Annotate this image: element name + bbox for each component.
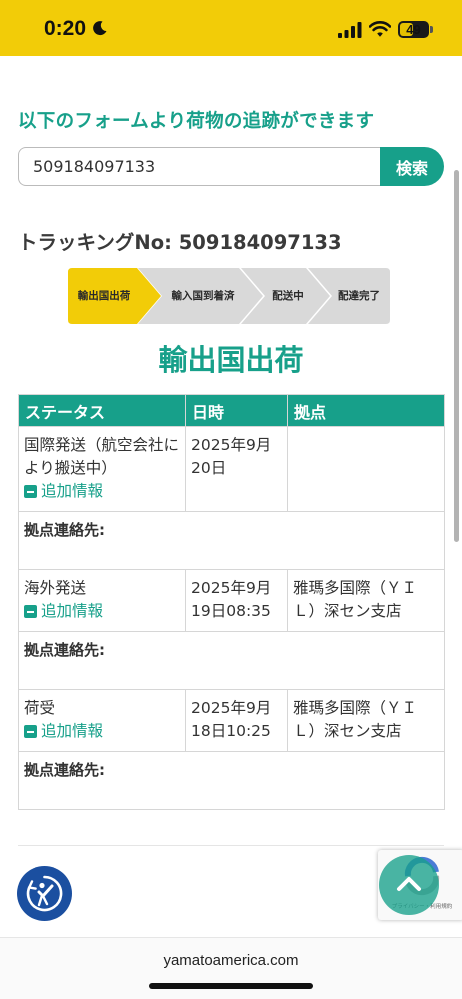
chevron-up-icon [397,877,421,891]
table-row: 海外発送 追加情報 2025年9月19日08:35 雅瑪多国際（ＹＩＬ）深セン支… [18,569,445,632]
minus-square-icon [24,605,37,618]
row-status-cell: 荷受 追加情報 [18,689,186,752]
step-label-delivering: 配送中 [272,290,304,302]
accessibility-button[interactable] [17,866,72,921]
more-info-label: 追加情報 [41,602,104,620]
home-indicator[interactable] [149,983,313,989]
tracking-label: トラッキングNo: [18,231,172,254]
header-datetime: 日時 [185,394,288,427]
tracking-search-input[interactable] [18,147,382,186]
current-status-title: 輸出国出荷 [158,343,304,377]
tracking-number: 509184097133 [178,231,342,254]
row-location [287,426,445,512]
table-row: 国際発送（航空会社により搬送中） 追加情報 2025年9月20日 [18,426,445,512]
battery-icon: 49 [398,21,429,38]
header-status: ステータス [18,394,186,427]
row-status: 国際発送（航空会社により搬送中） [24,436,180,477]
minus-square-icon [24,725,37,738]
row-status-cell: 海外発送 追加情報 [18,569,186,632]
contact-label: 拠点連絡先: [18,631,445,690]
more-info-link[interactable]: 追加情報 [24,720,103,743]
minus-square-icon [24,485,37,498]
table-header-row: ステータス 日時 拠点 [18,394,445,427]
row-datetime: 2025年9月20日 [185,426,288,512]
browser-url[interactable]: yamatoamerica.com [0,952,462,969]
contact-row: 拠点連絡先: [18,511,445,570]
section-divider [18,845,444,846]
contact-label: 拠点連絡先: [18,751,445,810]
tracking-history-table: ステータス 日時 拠点 国際発送（航空会社により搬送中） 追加情報 2025年9… [18,394,445,810]
step-label-delivered: 配達完了 [338,290,380,302]
contact-row: 拠点連絡先: [18,631,445,690]
status-time: 0:20 [44,17,87,40]
row-location: 雅瑪多国際（ＹＩＬ）深セン支店 [287,569,445,632]
row-datetime: 2025年9月18日10:25 [185,689,288,752]
row-status-cell: 国際発送（航空会社により搬送中） 追加情報 [18,426,186,512]
progress-stepper: 輸出国出荷 輸入国到着済 配送中 配達完了 [68,268,390,324]
contact-label: 拠点連絡先: [18,511,445,570]
battery-tip [430,26,433,33]
more-info-link[interactable]: 追加情報 [24,480,103,503]
table-row: 荷受 追加情報 2025年9月18日10:25 雅瑪多国際（ＹＩＬ）深セン支店 [18,689,445,752]
contact-row: 拠点連絡先: [18,751,445,810]
step-label-shipped: 輸出国出荷 [77,290,131,302]
moon-icon [93,21,107,36]
row-location: 雅瑪多国際（ＹＩＬ）深セン支店 [287,689,445,752]
signal-icon [338,22,362,38]
search-button[interactable]: 検索 [380,147,444,186]
more-info-link[interactable]: 追加情報 [24,600,103,623]
wifi-icon [369,21,391,37]
row-datetime: 2025年9月19日08:35 [185,569,288,632]
back-to-top-button[interactable] [379,855,439,915]
status-bar: 0:20 49 [0,0,462,56]
battery-percent: 49 [406,22,421,37]
more-info-label: 追加情報 [41,482,104,500]
more-info-label: 追加情報 [41,722,104,740]
step-label-arrived: 輸入国到着済 [171,290,235,302]
tracking-number-line: トラッキングNo: 509184097133 [18,226,342,255]
row-status: 海外発送 [24,579,87,597]
row-status: 荷受 [24,699,56,717]
page-heading: 以下のフォームより荷物の追跡ができます [18,111,375,132]
accessibility-icon [26,875,63,912]
header-location: 拠点 [287,394,445,427]
